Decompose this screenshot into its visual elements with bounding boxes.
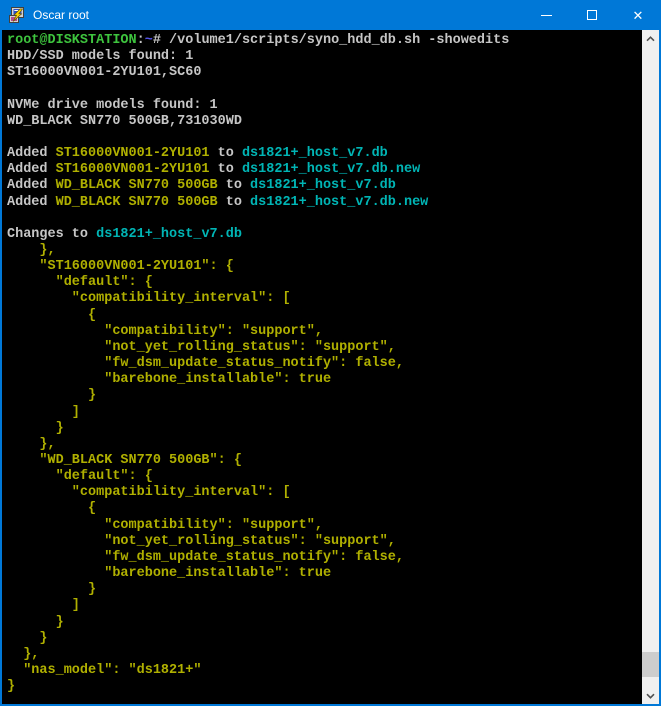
maximize-icon — [587, 10, 597, 20]
terminal-line: Changes to ds1821+_host_v7.db — [7, 227, 642, 243]
scrollbar-thumb[interactable] — [642, 652, 659, 677]
terminal-line: Added ST16000VN001-2YU101 to ds1821+_hos… — [7, 146, 642, 162]
terminal-line: "default": { — [7, 469, 642, 485]
terminal-line: NVMe drive models found: 1 — [7, 98, 642, 114]
terminal-line — [7, 81, 642, 97]
terminal-line: Added WD_BLACK SN770 500GB to ds1821+_ho… — [7, 195, 642, 211]
terminal-line: { — [7, 501, 642, 517]
terminal-line: HDD/SSD models found: 1 — [7, 49, 642, 65]
titlebar[interactable]: Oscar root ✕ — [0, 0, 661, 30]
close-icon: ✕ — [633, 9, 644, 22]
terminal-line: } — [7, 421, 642, 437]
terminal-output[interactable]: root@DISKSTATION:~# /volume1/scripts/syn… — [2, 30, 642, 704]
terminal-line: }, — [7, 437, 642, 453]
terminal-line: } — [7, 631, 642, 647]
terminal-line: "fw_dsm_update_status_notify": false, — [7, 356, 642, 372]
terminal-line: "nas_model": "ds1821+" — [7, 663, 642, 679]
terminal-line: ST16000VN001-2YU101,SC60 — [7, 65, 642, 81]
minimize-button[interactable] — [523, 0, 569, 30]
terminal-line — [7, 211, 642, 227]
terminal-line: } — [7, 582, 642, 598]
chevron-up-icon — [646, 36, 655, 42]
terminal-line: ] — [7, 405, 642, 421]
terminal-line: }, — [7, 243, 642, 259]
terminal-line: "not_yet_rolling_status": "support", — [7, 534, 642, 550]
terminal-line: "fw_dsm_update_status_notify": false, — [7, 550, 642, 566]
terminal-line: "WD_BLACK SN770 500GB": { — [7, 453, 642, 469]
scroll-up-button[interactable] — [642, 30, 659, 47]
terminal-line: "ST16000VN001-2YU101": { — [7, 259, 642, 275]
terminal-line: { — [7, 308, 642, 324]
terminal-line: "compatibility_interval": [ — [7, 485, 642, 501]
scroll-down-button[interactable] — [642, 687, 659, 704]
terminal-line: root@DISKSTATION:~# /volume1/scripts/syn… — [7, 33, 642, 49]
terminal-area: root@DISKSTATION:~# /volume1/scripts/syn… — [2, 30, 659, 704]
chevron-down-icon — [646, 693, 655, 699]
terminal-line: "compatibility": "support", — [7, 324, 642, 340]
window-title: Oscar root — [33, 8, 523, 22]
terminal-line: } — [7, 679, 642, 695]
putty-app-icon[interactable] — [9, 7, 25, 23]
terminal-line: "not_yet_rolling_status": "support", — [7, 340, 642, 356]
terminal-line: "default": { — [7, 275, 642, 291]
close-button[interactable]: ✕ — [615, 0, 661, 30]
terminal-line: "compatibility_interval": [ — [7, 291, 642, 307]
terminal-line: "barebone_installable": true — [7, 372, 642, 388]
terminal-line: } — [7, 615, 642, 631]
putty-terminal-window: Oscar root ✕ root@DISKSTATION:~# /volume… — [0, 0, 661, 706]
terminal-line: ] — [7, 598, 642, 614]
maximize-button[interactable] — [569, 0, 615, 30]
terminal-line: WD_BLACK SN770 500GB,731030WD — [7, 114, 642, 130]
terminal-line — [7, 130, 642, 146]
terminal-line: Added ST16000VN001-2YU101 to ds1821+_hos… — [7, 162, 642, 178]
vertical-scrollbar[interactable] — [642, 30, 659, 704]
terminal-line: } — [7, 388, 642, 404]
terminal-line: }, — [7, 647, 642, 663]
terminal-line: "compatibility": "support", — [7, 518, 642, 534]
terminal-line: Added WD_BLACK SN770 500GB to ds1821+_ho… — [7, 178, 642, 194]
terminal-line: "barebone_installable": true — [7, 566, 642, 582]
minimize-icon — [541, 15, 552, 16]
